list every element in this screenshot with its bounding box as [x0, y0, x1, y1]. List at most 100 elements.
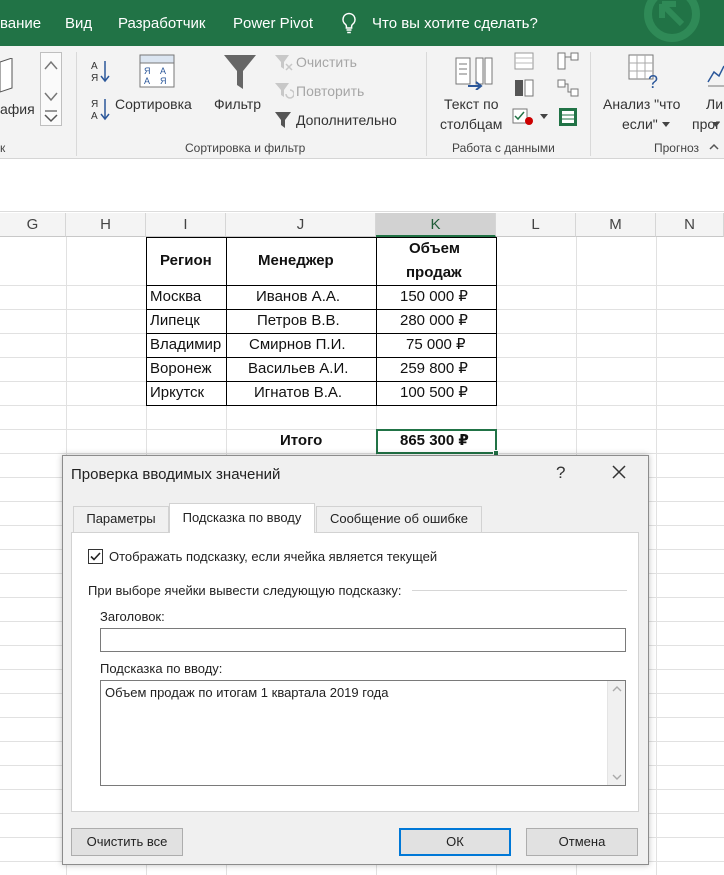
menu-item-developer[interactable]: Разработчик [118, 15, 205, 32]
tab-parameters[interactable]: Параметры [73, 506, 169, 532]
column-header-i[interactable]: I [146, 213, 226, 237]
text-to-columns-icon[interactable] [454, 54, 494, 90]
show-input-message-label[interactable]: Отображать подсказку, если ячейка являет… [109, 549, 437, 564]
filter-button[interactable]: Фильтр [214, 96, 261, 112]
show-input-message-checkbox[interactable] [88, 549, 103, 564]
column-header-n[interactable]: N [656, 213, 724, 237]
table-header-sales-line1: Объем [409, 240, 460, 257]
total-value[interactable]: 865 300 ₽ [400, 430, 469, 452]
table-cell-region[interactable]: Воронеж [150, 358, 212, 380]
what-if-line2[interactable]: если" [622, 116, 658, 132]
column-header-m[interactable]: M [576, 213, 656, 237]
reapply-filter-button[interactable]: Повторить [296, 83, 364, 99]
tell-me-search[interactable]: Что вы хотите сделать? [372, 15, 538, 32]
reapply-filter-icon[interactable] [274, 81, 294, 101]
ribbon: афия к A Я Я A Я A A Я Сортировка Фильтр [0, 46, 724, 159]
tab-error-alert[interactable]: Сообщение об ошибке [316, 506, 482, 532]
table-cell-region[interactable]: Иркутск [150, 382, 204, 404]
grid-line [0, 429, 724, 430]
data-validation-icon[interactable] [512, 108, 534, 126]
table-border [146, 405, 497, 406]
svg-text:A: A [91, 61, 98, 72]
ribbon-left-partial-label: афия [0, 101, 35, 117]
svg-text:Я: Я [91, 99, 98, 110]
advanced-filter-button[interactable]: Дополнительно [296, 112, 397, 128]
cancel-button[interactable]: Отмена [526, 828, 638, 856]
sort-az-icon[interactable]: A Я [90, 58, 110, 84]
table-cell-sales[interactable]: 150 000 ₽ [400, 286, 468, 308]
relationships-icon[interactable] [557, 79, 579, 97]
svg-text:?: ? [648, 72, 658, 90]
ribbon-separator [590, 52, 591, 156]
column-header-g[interactable]: G [0, 213, 66, 237]
table-cell-manager[interactable]: Васильев А.И. [248, 358, 348, 380]
dialog-help-button[interactable]: ? [556, 463, 565, 483]
dialog-title: Проверка вводимых значений [71, 466, 281, 483]
sort-za-icon[interactable]: Я A [90, 96, 110, 122]
svg-text:Я: Я [160, 76, 167, 86]
table-cell-region[interactable]: Липецк [150, 310, 200, 332]
ribbon-separator [76, 52, 77, 156]
clear-filter-button[interactable]: Очистить [296, 54, 357, 70]
svg-text:A: A [160, 66, 166, 76]
table-cell-manager[interactable]: Игнатов В.А. [254, 382, 342, 404]
gallery-scroll[interactable] [40, 52, 62, 126]
ok-button[interactable]: ОК [399, 828, 511, 856]
table-cell-sales[interactable]: 259 800 ₽ [400, 358, 468, 380]
formula-area [0, 160, 724, 212]
text-to-columns-line1[interactable]: Текст по [444, 96, 499, 112]
table-border [226, 237, 227, 406]
close-icon[interactable] [609, 462, 629, 482]
table-cell-sales[interactable]: 280 000 ₽ [400, 310, 468, 332]
advanced-filter-icon[interactable] [274, 110, 294, 130]
textarea-scrollbar[interactable] [607, 681, 625, 785]
sort-button[interactable]: Сортировка [115, 96, 192, 112]
column-header-j[interactable]: J [226, 213, 376, 237]
remove-duplicates-icon[interactable] [514, 79, 534, 97]
filter-icon[interactable] [222, 52, 258, 92]
svg-text:A: A [91, 111, 98, 122]
data-model-icon[interactable] [557, 106, 579, 128]
collapse-ribbon-icon[interactable] [708, 141, 720, 153]
forecast-sheet-icon[interactable] [706, 54, 724, 90]
clear-all-button[interactable]: Очистить все [71, 828, 183, 856]
tab-input-message[interactable]: Подсказка по вводу [169, 503, 315, 533]
column-header-l[interactable]: L [496, 213, 576, 237]
consolidate-icon[interactable] [557, 52, 579, 70]
column-header-h[interactable]: H [66, 213, 146, 237]
table-cell-sales[interactable]: 75 000 ₽ [406, 334, 466, 356]
menu-item-view[interactable]: Вид [65, 15, 92, 32]
table-cell-manager[interactable]: Иванов А.А. [256, 286, 340, 308]
what-if-analysis-icon[interactable]: ? [628, 54, 664, 90]
clear-filter-icon[interactable] [274, 53, 294, 73]
checkmark-icon [90, 552, 101, 561]
sort-dialog-icon[interactable]: Я A A Я [139, 54, 175, 88]
title-input[interactable] [100, 628, 626, 652]
forecast-line1[interactable]: Ли [706, 96, 723, 112]
menu-item-review-partial[interactable]: вание [0, 15, 41, 32]
table-cell-manager[interactable]: Смирнов П.И. [249, 334, 346, 356]
ribbon-group-partial: к [0, 141, 6, 155]
table-header-region: Регион [160, 252, 212, 269]
table-cell-region[interactable]: Владимир [150, 334, 221, 356]
what-if-line1[interactable]: Анализ "что [603, 96, 680, 112]
menu-item-power-pivot[interactable]: Power Pivot [233, 15, 313, 32]
table-cell-sales[interactable]: 100 500 ₽ [400, 382, 468, 404]
grid-line [0, 453, 724, 454]
scroll-arrows-icon [612, 686, 622, 780]
group-divider [412, 590, 627, 591]
flash-fill-icon[interactable] [514, 52, 534, 70]
input-message-textarea[interactable]: Объем продаж по итогам 1 квартала 2019 г… [100, 680, 626, 786]
chevron-down-icon[interactable] [540, 114, 548, 120]
table-cell-region[interactable]: Москва [150, 286, 201, 308]
menu-bar: вание Вид Разработчик Power Pivot Что вы… [0, 0, 724, 46]
ribbon-group-forecast: Прогноз [654, 141, 700, 155]
chevron-down-icon[interactable] [662, 122, 670, 128]
table-cell-manager[interactable]: Петров В.В. [257, 310, 340, 332]
chart-icon[interactable] [0, 58, 20, 94]
input-message-text[interactable]: Объем продаж по итогам 1 квартала 2019 г… [105, 685, 388, 700]
tab-panel: Отображать подсказку, если ячейка являет… [71, 532, 639, 812]
text-to-columns-line2[interactable]: столбцам [440, 116, 502, 132]
column-header-k[interactable]: K [376, 213, 496, 237]
chevron-down-icon[interactable] [712, 122, 720, 128]
